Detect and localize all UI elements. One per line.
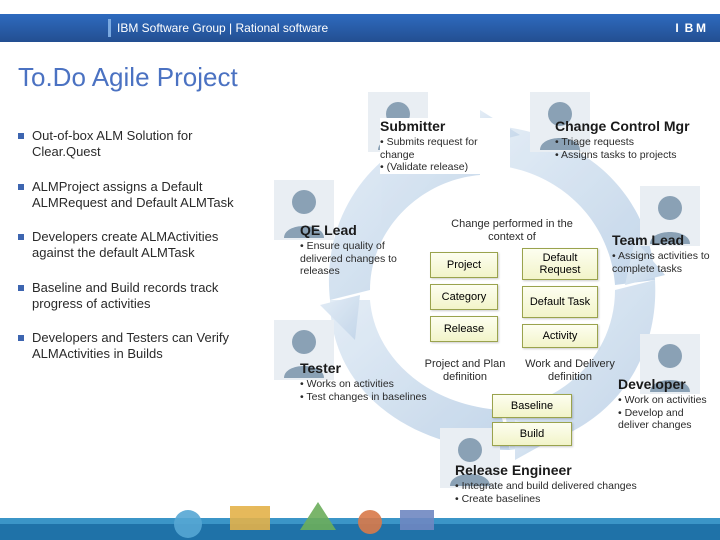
bullet-text: Developers create ALMActivities against …: [32, 229, 258, 262]
role-developer: Developer Work on activities Develop and…: [618, 376, 716, 432]
role-qe-lead: QE Lead Ensure quality of delivered chan…: [300, 222, 430, 278]
box-category: Category: [430, 284, 498, 310]
bullet-list: Out-of-box ALM Solution for Clear.Quest …: [18, 128, 258, 381]
role-title: Submitter: [380, 118, 510, 134]
role-point: Develop and deliver changes: [618, 407, 716, 432]
breadcrumb: IBM Software Group | Rational software: [117, 21, 328, 35]
ibm-logo: IBM: [672, 14, 708, 42]
box-activity: Activity: [522, 324, 598, 348]
role-point: Integrate and build delivered changes: [455, 480, 715, 493]
pair-left-label: Project and Plan definition: [420, 358, 510, 384]
context-heading: Change performed in the context of: [442, 218, 582, 244]
role-point: Triage requests: [555, 136, 705, 149]
role-point: Work on activities: [618, 394, 716, 407]
pair-right-label: Work and Delivery definition: [520, 358, 620, 384]
header-rule: [108, 19, 111, 37]
bullet-text: ALMProject assigns a Default ALMRequest …: [32, 179, 258, 212]
role-title: Tester: [300, 360, 430, 376]
role-point: (Validate release): [380, 161, 510, 174]
bullet-text: Developers and Testers can Verify ALMAct…: [32, 330, 258, 363]
role-title: Release Engineer: [455, 462, 715, 478]
role-tester: Tester Works on activities Test changes …: [300, 360, 430, 403]
role-point: Assigns activities to complete tasks: [612, 250, 712, 275]
role-title: Developer: [618, 376, 716, 392]
header-bar: IBM Software Group | Rational software I…: [0, 14, 720, 42]
role-change-control-mgr: Change Control Mgr Triage requests Assig…: [555, 118, 705, 161]
box-release: Release: [430, 316, 498, 342]
page-title: To.Do Agile Project: [18, 62, 238, 93]
box-project: Project: [430, 252, 498, 278]
box-build: Build: [492, 422, 572, 446]
box-baseline: Baseline: [492, 394, 572, 418]
role-point: Ensure quality of delivered changes to r…: [300, 240, 430, 278]
role-point: Test changes in baselines: [300, 391, 430, 404]
box-default-request: Default Request: [522, 248, 598, 280]
role-point: Assigns tasks to projects: [555, 149, 705, 162]
role-submitter: Submitter Submits request for change (Va…: [380, 118, 510, 174]
role-title: QE Lead: [300, 222, 430, 238]
bullet-text: Baseline and Build records track progres…: [32, 280, 258, 313]
role-point: Works on activities: [300, 378, 430, 391]
role-release-engineer: Release Engineer Integrate and build del…: [455, 462, 715, 505]
box-default-task: Default Task: [522, 286, 598, 318]
role-title: Team Lead: [612, 232, 712, 248]
role-title: Change Control Mgr: [555, 118, 705, 134]
role-team-lead: Team Lead Assigns activities to complete…: [612, 232, 712, 275]
bullet-text: Out-of-box ALM Solution for Clear.Quest: [32, 128, 258, 161]
role-point: Submits request for change: [380, 136, 510, 161]
role-point: Create baselines: [455, 493, 715, 506]
